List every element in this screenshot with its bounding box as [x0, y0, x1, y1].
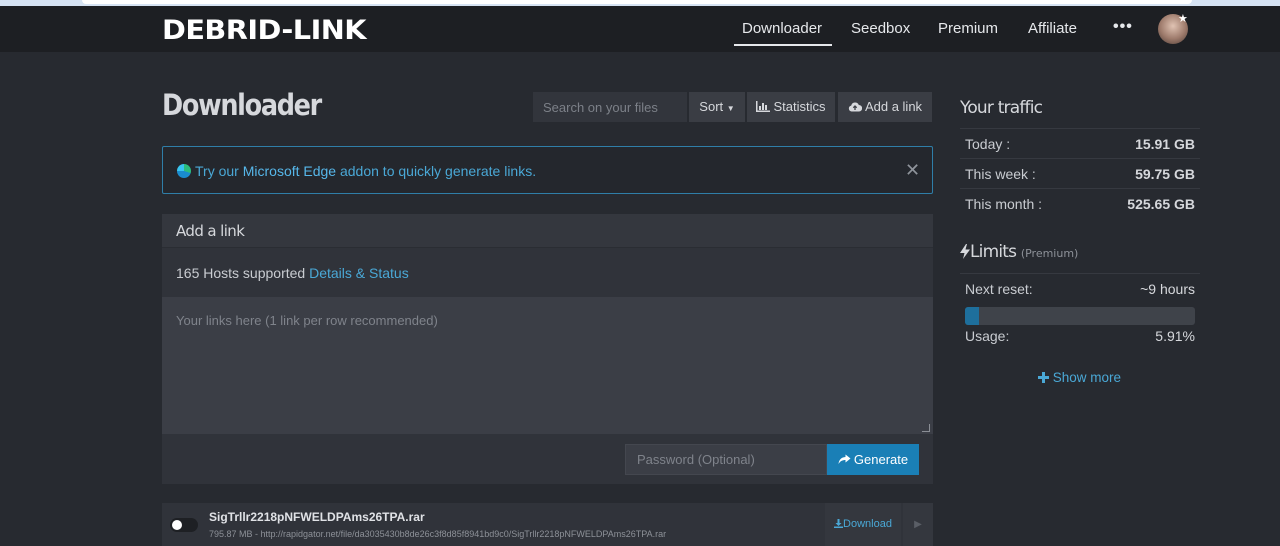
nav-premium[interactable]: Premium [938, 20, 998, 37]
next-reset-row: Next reset: ~9 hours [960, 273, 1200, 303]
limits-title: Limits (Premium) [960, 242, 1078, 262]
edge-addon-link[interactable]: Microsoft Edge [243, 163, 336, 179]
alert-suffix: addon to quickly generate links. [336, 163, 537, 179]
alert-text: Try our Microsoft Edge addon to quickly … [195, 163, 536, 179]
nav-seedbox[interactable]: Seedbox [851, 20, 910, 37]
add-link-label: Add a link [864, 99, 923, 114]
toggle-knob [172, 520, 182, 530]
file-name[interactable]: SigTrllr2218pNFWELDPAms26TPA.rar [209, 510, 425, 524]
sort-label: Sort [699, 99, 724, 114]
traffic-label: This month : [965, 196, 1043, 212]
close-icon[interactable]: ✕ [905, 160, 920, 181]
resize-handle[interactable] [922, 424, 930, 432]
traffic-row-today: Today : 15.91 GB [960, 128, 1200, 158]
hosts-count-text: 165 Hosts supported [176, 265, 310, 281]
traffic-row-week: This week : 59.75 GB [960, 158, 1200, 188]
debrid-link-logo[interactable]: DEBRID-LINK [162, 14, 368, 44]
usage-row: Usage: 5.91% [960, 321, 1200, 351]
usage-value: 5.91% [1155, 328, 1195, 344]
usage-label: Usage: [965, 328, 1010, 344]
generate-button[interactable]: Generate [827, 444, 919, 475]
plus-icon [1038, 372, 1049, 383]
traffic-row-month: This month : 525.65 GB [960, 188, 1200, 218]
nav-affiliate[interactable]: Affiliate [1028, 20, 1077, 37]
download-icon [834, 519, 844, 528]
search-input[interactable] [533, 92, 687, 122]
nav-downloader[interactable]: Downloader [742, 20, 822, 37]
download-button[interactable]: Download [825, 503, 901, 546]
file-select-toggle[interactable] [170, 518, 198, 532]
limits-title-text: Limits [970, 242, 1017, 262]
links-textarea[interactable] [162, 297, 933, 434]
alert-prefix: Try our [195, 163, 243, 179]
add-link-button[interactable]: Add a link [838, 92, 932, 122]
generate-label: Generate [853, 452, 909, 467]
show-more-label: Show more [1052, 370, 1122, 385]
bar-chart-icon [756, 101, 771, 112]
next-reset-label: Next reset: [965, 281, 1033, 297]
statistics-label: Statistics [773, 99, 826, 114]
edge-addon-alert: Try our Microsoft Edge addon to quickly … [162, 146, 933, 194]
caret-right-icon: ▶ [914, 519, 922, 530]
file-row: SigTrllr2218pNFWELDPAms26TPA.rar 795.87 … [162, 503, 933, 546]
svg-text:DEBRID-LINK: DEBRID-LINK [162, 15, 368, 44]
browser-address-strip [82, 0, 1192, 4]
traffic-value: 59.75 GB [1135, 166, 1195, 182]
star-icon: ★ [1178, 13, 1188, 25]
download-label: Download [843, 518, 892, 530]
cloud-upload-icon [848, 102, 863, 112]
details-status-link[interactable]: Details & Status [309, 265, 409, 281]
sort-button[interactable]: Sort ▼ [689, 92, 745, 122]
edge-icon [177, 164, 191, 178]
add-link-card-title: Add a link [176, 222, 245, 240]
premium-tag: (Premium) [1020, 247, 1079, 260]
next-reset-value: ~9 hours [1140, 281, 1195, 297]
add-link-card: Add a link 165 Hosts supported Details &… [162, 214, 933, 484]
traffic-title: Your traffic [960, 98, 1043, 118]
traffic-value: 15.91 GB [1135, 136, 1195, 152]
traffic-label: Today : [965, 136, 1011, 152]
password-input[interactable] [625, 444, 827, 475]
file-options-button[interactable]: ▶ [903, 503, 933, 546]
share-arrow-icon [838, 454, 851, 464]
traffic-label: This week : [965, 166, 1036, 182]
caret-down-icon: ▼ [726, 104, 735, 113]
top-navbar: DEBRID-LINK Downloader Seedbox Premium A… [0, 6, 1280, 52]
hosts-supported: 165 Hosts supported Details & Status [176, 265, 409, 281]
add-link-card-header: Add a link [162, 214, 933, 248]
file-meta: 795.87 MB - http://rapidgator.net/file/d… [209, 529, 667, 539]
show-more-link[interactable]: Show more [1038, 370, 1121, 385]
statistics-button[interactable]: Statistics [747, 92, 835, 122]
nav-active-indicator [734, 44, 832, 46]
traffic-value: 525.65 GB [1127, 196, 1195, 212]
more-menu-icon[interactable]: ••• [1113, 18, 1133, 36]
page-title: Downloader [162, 88, 322, 122]
bolt-icon [960, 244, 970, 259]
